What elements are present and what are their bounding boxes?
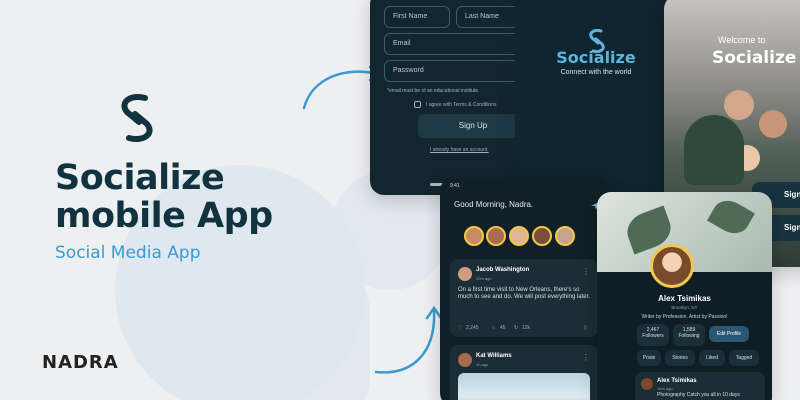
hero-title-line2: mobile App bbox=[55, 196, 273, 236]
hero-subtitle: Social Media App bbox=[55, 243, 201, 263]
edit-profile-button[interactable]: Edit Profile bbox=[709, 326, 749, 342]
profile-location: Brooklyn, NY bbox=[671, 305, 698, 310]
tab-stories[interactable]: Stories bbox=[665, 350, 695, 366]
post-card: Kat Williams 1h ago ⋮ bbox=[450, 345, 598, 400]
story-avatar[interactable] bbox=[532, 226, 552, 246]
following-label: Following bbox=[678, 333, 700, 339]
heart-icon[interactable]: ♡ bbox=[458, 325, 462, 331]
profile-bio: Writer by Profession. Artist by Passion! bbox=[641, 314, 728, 320]
terms-checkbox[interactable] bbox=[414, 101, 421, 108]
post-author[interactable]: Jacob Washington bbox=[476, 267, 529, 273]
more-icon[interactable]: ⋮ bbox=[582, 267, 590, 276]
profile-avatar[interactable] bbox=[650, 244, 694, 288]
followers-label: Followers bbox=[642, 333, 664, 339]
signup-button[interactable]: Sign Up bbox=[418, 114, 528, 138]
profile-post-card: Alex Tsimikas 15m ago Photography Catch … bbox=[635, 372, 765, 400]
bookmark-icon[interactable]: ▯ bbox=[584, 325, 587, 331]
comment-icon[interactable]: ○ bbox=[492, 325, 495, 331]
hero-title-line1: Socialize bbox=[55, 158, 225, 198]
photo-person bbox=[759, 110, 787, 138]
post-card: Jacob Washington 20m ago ⋮ On a first ti… bbox=[450, 259, 598, 337]
splash-tagline: Connect with the world bbox=[560, 69, 632, 76]
profile-name: Alex Tsimikas bbox=[658, 294, 711, 303]
welcome-label: Welcome to bbox=[718, 35, 766, 45]
story-avatar[interactable] bbox=[464, 226, 484, 246]
like-count: 2,245 bbox=[466, 325, 479, 331]
photo-plant bbox=[684, 115, 744, 185]
leaf-decor bbox=[707, 194, 755, 240]
post-text: Photography Catch you all in 10 days bbox=[657, 392, 740, 398]
password-field[interactable]: Password bbox=[384, 60, 536, 82]
post-text: On a first time visit to New Orleans, th… bbox=[458, 287, 590, 301]
welcome-title: Socialize bbox=[712, 48, 797, 68]
avatar[interactable] bbox=[458, 267, 472, 281]
status-time: 9:41 bbox=[450, 183, 460, 189]
arrow-icon bbox=[374, 305, 443, 374]
splash-title: Socialize bbox=[556, 48, 636, 67]
greeting: Good Morning, Nadra. bbox=[454, 200, 534, 209]
share-count: 12k bbox=[522, 325, 531, 331]
photo-person bbox=[724, 90, 754, 120]
more-icon[interactable]: ⋮ bbox=[582, 353, 590, 362]
hero-section: Socialize mobile App Social Media App bbox=[55, 92, 273, 263]
avatar[interactable] bbox=[641, 378, 653, 390]
comment-count: 45 bbox=[500, 325, 506, 331]
post-author[interactable]: Alex Tsimikas bbox=[657, 378, 697, 384]
terms-label: I agree with Terms & Conditions bbox=[426, 102, 497, 108]
tab-liked[interactable]: Liked bbox=[699, 350, 725, 366]
login-link[interactable]: I already have an account. bbox=[430, 147, 489, 153]
profile-phone-screen: Alex Tsimikas Brooklyn, NY Writer by Pro… bbox=[597, 192, 772, 400]
post-meta: 20m ago bbox=[476, 276, 492, 281]
avatar[interactable] bbox=[458, 353, 472, 367]
tab-tagged[interactable]: Tagged bbox=[729, 350, 759, 366]
post-meta: 15m ago bbox=[657, 386, 673, 391]
story-avatar[interactable] bbox=[555, 226, 575, 246]
email-field[interactable]: Email bbox=[384, 33, 536, 55]
share-icon[interactable]: ↻ bbox=[514, 325, 518, 331]
post-image[interactable] bbox=[458, 373, 590, 400]
edu-note: *email must be of an educational institu… bbox=[387, 88, 479, 94]
story-avatar[interactable] bbox=[509, 226, 529, 246]
post-meta: 1h ago bbox=[476, 362, 489, 367]
first-name-field[interactable]: First Name bbox=[384, 6, 450, 28]
post-author[interactable]: Kat Williams bbox=[476, 353, 512, 359]
following-stat[interactable]: 1,589 Following bbox=[673, 324, 705, 346]
tab-posts[interactable]: Posts bbox=[637, 350, 661, 366]
brand-logo: NADRA bbox=[42, 352, 119, 373]
followers-stat[interactable]: 2,467 Followers bbox=[637, 324, 669, 346]
background-blob bbox=[290, 270, 370, 400]
story-avatar[interactable] bbox=[486, 226, 506, 246]
feed-phone-screen: 9:41 Good Morning, Nadra. Jacob Washingt… bbox=[440, 177, 608, 400]
socialize-logo-icon bbox=[121, 94, 153, 142]
